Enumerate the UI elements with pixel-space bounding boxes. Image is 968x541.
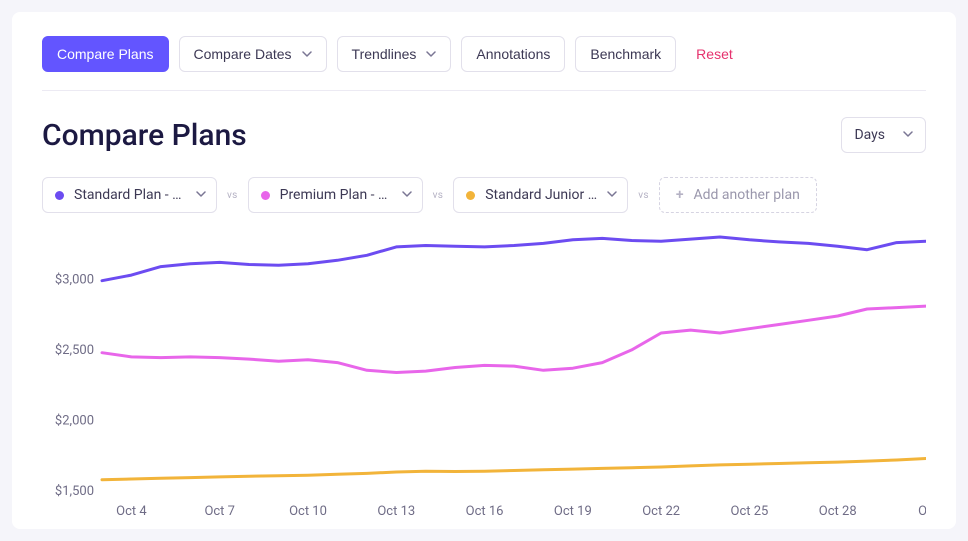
compare-plans-button[interactable]: Compare Plans bbox=[42, 36, 169, 72]
plan-pill-premium[interactable]: Premium Plan - … bbox=[248, 177, 423, 213]
plan-label: Standard Plan - … bbox=[74, 187, 186, 203]
svg-text:Oc: Oc bbox=[918, 504, 926, 519]
plan-label: Premium Plan - … bbox=[280, 187, 392, 203]
vs-label: vs bbox=[638, 190, 649, 201]
vs-label: vs bbox=[433, 190, 444, 201]
series-dot-icon bbox=[261, 191, 270, 200]
plan-label: Standard Junior … bbox=[485, 187, 597, 203]
svg-text:$2,500: $2,500 bbox=[55, 343, 94, 358]
svg-text:Oct 22: Oct 22 bbox=[642, 504, 680, 519]
chevron-down-icon bbox=[196, 187, 206, 203]
benchmark-button[interactable]: Benchmark bbox=[575, 36, 676, 72]
chevron-down-icon bbox=[426, 49, 436, 59]
chevron-down-icon bbox=[402, 187, 412, 203]
plan-selector-row: Standard Plan - … vs Premium Plan - … vs… bbox=[42, 177, 926, 213]
svg-text:Oct 28: Oct 28 bbox=[819, 504, 857, 519]
plan-pill-standard[interactable]: Standard Plan - … bbox=[42, 177, 217, 213]
toolbar: Compare Plans Compare Dates Trendlines A… bbox=[42, 36, 926, 91]
benchmark-label: Benchmark bbox=[590, 46, 661, 62]
add-plan-button[interactable]: + Add another plan bbox=[659, 177, 817, 213]
header-row: Compare Plans Days bbox=[42, 117, 926, 153]
granularity-select[interactable]: Days bbox=[841, 117, 926, 153]
svg-text:Oct 13: Oct 13 bbox=[377, 504, 415, 519]
trendlines-button[interactable]: Trendlines bbox=[337, 36, 452, 72]
chevron-down-icon bbox=[903, 127, 913, 143]
svg-text:Oct 19: Oct 19 bbox=[554, 504, 592, 519]
compare-dates-label: Compare Dates bbox=[194, 46, 292, 62]
chevron-down-icon bbox=[607, 187, 617, 203]
plan-pill-junior[interactable]: Standard Junior … bbox=[453, 177, 628, 213]
svg-text:Oct 10: Oct 10 bbox=[289, 504, 327, 519]
svg-text:$1,500: $1,500 bbox=[55, 484, 94, 499]
compare-plans-label: Compare Plans bbox=[57, 46, 154, 62]
granularity-label: Days bbox=[854, 127, 885, 143]
svg-text:Oct 7: Oct 7 bbox=[204, 504, 235, 519]
reset-button[interactable]: Reset bbox=[690, 46, 739, 62]
line-chart: $1,500 $2,000 $2,500 $3,000 Oct 4 Oct 7 Oct 10… bbox=[42, 231, 926, 521]
svg-text:Oct 16: Oct 16 bbox=[466, 504, 504, 519]
chart-area: $1,500 $2,000 $2,500 $3,000 Oct 4 Oct 7 Oct 10… bbox=[42, 231, 926, 521]
svg-text:$3,000: $3,000 bbox=[55, 272, 94, 287]
series-dot-icon bbox=[466, 191, 475, 200]
svg-text:Oct 25: Oct 25 bbox=[731, 504, 769, 519]
reset-label: Reset bbox=[696, 46, 733, 62]
series-dot-icon bbox=[55, 191, 64, 200]
annotations-label: Annotations bbox=[476, 46, 550, 62]
annotations-button[interactable]: Annotations bbox=[461, 36, 565, 72]
chevron-down-icon bbox=[302, 49, 312, 59]
svg-text:Oct 4: Oct 4 bbox=[116, 504, 147, 519]
add-plan-label: Add another plan bbox=[694, 187, 800, 203]
analytics-card: Compare Plans Compare Dates Trendlines A… bbox=[12, 12, 956, 529]
page-title: Compare Plans bbox=[42, 118, 247, 153]
trendlines-label: Trendlines bbox=[352, 46, 417, 62]
svg-text:$2,000: $2,000 bbox=[55, 413, 94, 428]
compare-dates-button[interactable]: Compare Dates bbox=[179, 36, 327, 72]
vs-label: vs bbox=[227, 190, 238, 201]
plus-icon: + bbox=[676, 187, 684, 203]
